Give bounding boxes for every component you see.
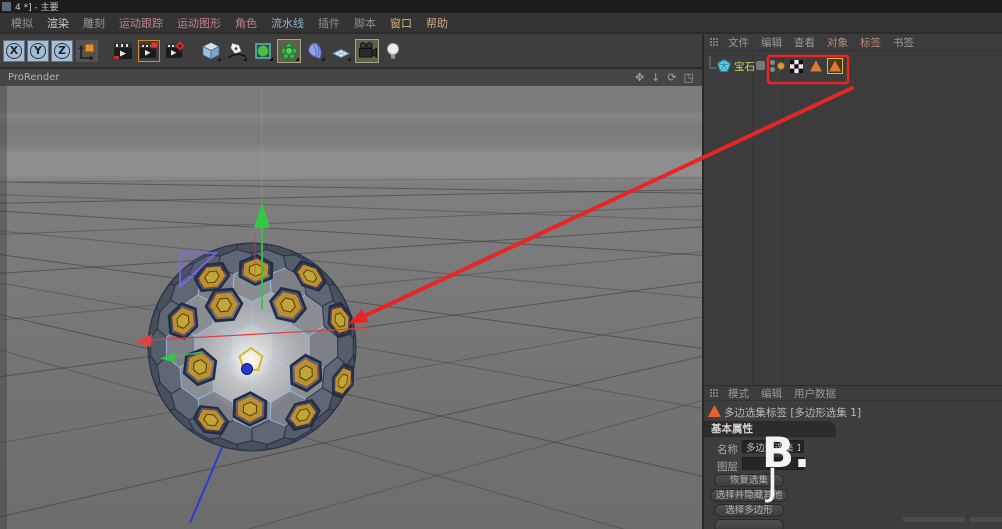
object-manager-menu: 文件 编辑 查看 对象 标签 书签: [704, 34, 1002, 51]
tag-header: 多边选集标签 [多边形选集 1]: [724, 407, 862, 419]
am-menu-edit[interactable]: 编辑: [756, 386, 787, 401]
app-icon: [2, 2, 11, 11]
menu-item-mograph[interactable]: 运动图形: [170, 15, 228, 31]
tab-basic-properties[interactable]: 基本属性: [704, 421, 836, 437]
layer-label: 图层: [717, 461, 738, 473]
menu-bar: 模拟 渲染 雕刻 运动跟踪 运动图形 角色 流水线 插件 脚本 窗口 帮助: [0, 13, 1002, 32]
gem-object-icon[interactable]: [717, 59, 731, 73]
uvw-checker-tag[interactable]: [790, 60, 803, 73]
menu-item-motion-track[interactable]: 运动跟踪: [112, 15, 170, 31]
partial-button[interactable]: [714, 519, 784, 529]
viewport-header: ProRender ✥ ↓ ⟳ ◳: [0, 68, 702, 86]
y-axis-lock-button[interactable]: Y: [27, 39, 49, 62]
menu-item-help[interactable]: 帮助: [419, 15, 455, 31]
dolly-icon[interactable]: ↓: [651, 71, 660, 84]
right-panel: 文件 编辑 查看 对象 标签 书签 宝石 1 模式 编辑 用户数据 多边选集标签…: [702, 34, 1002, 529]
coordinate-system-icon[interactable]: [75, 38, 99, 63]
object-origin-dot[interactable]: [241, 363, 253, 375]
polygon-selection-tag-selected[interactable]: [827, 58, 843, 74]
faint-strip: [903, 517, 965, 522]
main-toolbar: X Y Z: [0, 34, 702, 68]
attribute-manager: 多边选集标签 [多边形选集 1] 基本属性 名称 图层 恢复选集 选择并隐藏其他…: [704, 401, 1002, 529]
y-axis-arrowhead[interactable]: [254, 202, 270, 228]
attribute-manager-menu: 模式 编辑 用户数据: [704, 385, 1002, 401]
om-menu-view[interactable]: 查看: [789, 35, 820, 50]
menu-item-character[interactable]: 角色: [228, 15, 264, 31]
maximize-icon[interactable]: ◳: [684, 71, 694, 84]
field-shell-icon[interactable]: [303, 38, 327, 63]
z-axis-lock-button[interactable]: Z: [51, 39, 73, 62]
subdivision-surface-icon[interactable]: [251, 38, 275, 63]
name-label: 名称: [717, 444, 738, 456]
om-menu-edit[interactable]: 编辑: [756, 35, 787, 50]
menu-item-pipeline[interactable]: 流水线: [264, 15, 311, 31]
om-menu-file[interactable]: 文件: [723, 35, 754, 50]
menu-item-render[interactable]: 渲染: [40, 15, 76, 31]
om-menu-bookmarks[interactable]: 书签: [888, 35, 919, 50]
menu-item-simulate[interactable]: 模拟: [4, 15, 40, 31]
render-to-picture-viewer-icon[interactable]: [137, 38, 161, 63]
spline-pen-icon[interactable]: [225, 38, 249, 63]
menu-item-window[interactable]: 窗口: [383, 15, 419, 31]
select-polygons-button[interactable]: 选择多边形: [714, 504, 784, 517]
render-view-icon[interactable]: [111, 38, 135, 63]
om-menu-tags[interactable]: 标签: [855, 35, 886, 50]
visibility-dot-top[interactable]: [770, 60, 775, 65]
edit-toggle-icon[interactable]: [756, 61, 765, 70]
floor-icon[interactable]: [329, 38, 353, 63]
layer-field[interactable]: [742, 457, 804, 470]
om-column-divider: [752, 51, 753, 385]
om-menu-object[interactable]: 对象: [822, 35, 853, 50]
edit-render-settings-icon[interactable]: [163, 38, 187, 63]
panel-grip-icon[interactable]: [709, 37, 719, 47]
x-axis-arrowhead[interactable]: [134, 334, 152, 348]
menu-item-plugins[interactable]: 插件: [311, 15, 347, 31]
camera-icon[interactable]: [355, 38, 379, 63]
light-icon[interactable]: [381, 38, 405, 63]
panel-grip-icon[interactable]: [709, 388, 719, 398]
visibility-dot-bottom[interactable]: [770, 67, 775, 72]
renderer-label: ProRender: [8, 72, 60, 83]
faint-strip: [970, 517, 1002, 522]
menu-item-script[interactable]: 脚本: [347, 15, 383, 31]
am-menu-mode[interactable]: 模式: [723, 386, 754, 401]
polygon-selection-tag-icon: [708, 405, 721, 417]
object-manager-list[interactable]: 宝石 1: [704, 51, 1002, 385]
restore-selection-button[interactable]: 恢复选集: [714, 474, 784, 487]
name-field[interactable]: [742, 440, 804, 453]
viewport-canvas[interactable]: [0, 86, 702, 529]
pan-icon[interactable]: ✥: [635, 71, 644, 84]
rotate-icon[interactable]: ⟳: [667, 71, 676, 84]
viewport-3d[interactable]: [0, 86, 702, 529]
cube-primitive-icon[interactable]: [199, 38, 223, 63]
cinema4d-window: 4 *] - 主要 模拟 渲染 雕刻 运动跟踪 运动图形 角色 流水线 插件 脚…: [0, 0, 1002, 529]
deformer-icon[interactable]: [277, 38, 301, 63]
polygon-selection-tag[interactable]: [809, 59, 823, 73]
x-axis-lock-button[interactable]: X: [3, 39, 25, 62]
menu-item-sculpt[interactable]: 雕刻: [76, 15, 112, 31]
om-column-divider: [782, 51, 783, 385]
object-row-gem[interactable]: 宝石 1: [704, 54, 1002, 74]
am-menu-userdata[interactable]: 用户数据: [789, 386, 841, 401]
select-and-hide-others-button[interactable]: 选择并隐藏其他: [710, 489, 788, 502]
window-title: 4 *] - 主要: [15, 3, 59, 13]
title-bar: 4 *] - 主要: [0, 0, 1002, 13]
display-dot-tag[interactable]: [777, 62, 785, 70]
